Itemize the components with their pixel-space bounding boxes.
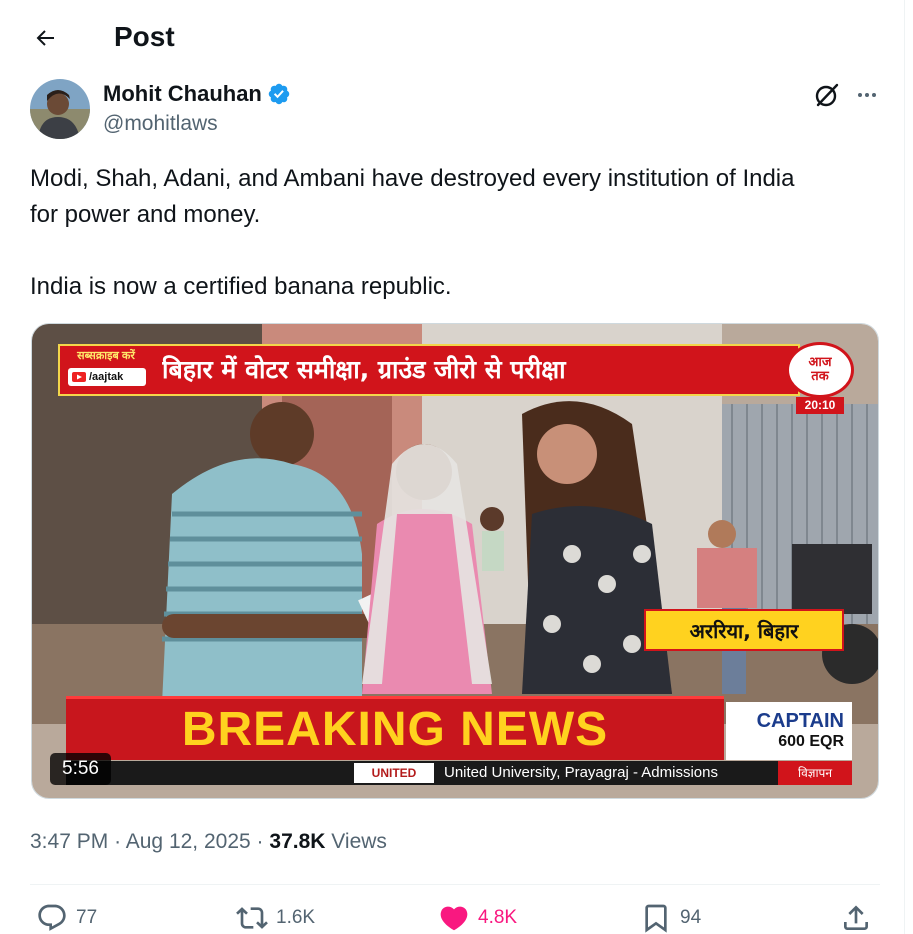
like-count: 4.8K (478, 907, 518, 928)
verified-badge-icon (268, 83, 290, 105)
grok-icon (815, 83, 839, 107)
post-date[interactable]: Aug 12, 2025 (126, 830, 251, 853)
tweet-text: Modi, Shah, Adani, and Ambani have destr… (30, 161, 890, 305)
ticker-text: United University, Prayagraj - Admission… (444, 764, 718, 781)
divider (30, 884, 880, 885)
breaking-news-bar: BREAKING NEWS (66, 696, 724, 760)
youtube-icon (72, 372, 86, 382)
page-title: Post (114, 21, 175, 52)
repost-button[interactable]: 1.6K (236, 900, 315, 934)
bookmark-count: 94 (680, 907, 702, 928)
repost-icon (236, 907, 268, 929)
share-icon (844, 905, 868, 930)
column-border (904, 0, 905, 934)
logo-line-1: आज (808, 355, 832, 370)
ticker-logo-text: UNITED (371, 766, 417, 780)
video-duration: 5:56 (50, 753, 111, 785)
ad-tag: विज्ञापन (778, 761, 852, 785)
more-options-button[interactable] (851, 79, 883, 111)
reply-button[interactable]: 77 (36, 900, 97, 934)
logo-line-2: तक (811, 369, 829, 384)
broadcast-clock: 20:10 (796, 397, 844, 414)
reply-icon (38, 904, 66, 931)
tweet-line: for power and money. (30, 201, 261, 228)
views-label: Views (331, 830, 387, 853)
meta-separator: · (256, 830, 264, 853)
ad-brand-line-1: CAPTAIN (756, 710, 844, 732)
post-time[interactable]: 3:47 PM (30, 830, 108, 853)
bookmark-button[interactable]: 94 (640, 900, 701, 934)
repost-count: 1.6K (276, 907, 316, 928)
avatar[interactable] (30, 79, 90, 139)
grok-button[interactable] (811, 79, 843, 111)
location-text: अररिया, बिहार (689, 618, 799, 643)
author-name[interactable]: Mohit Chauhan (103, 81, 291, 107)
channel-handle-pill: /aajtak (68, 368, 146, 386)
like-button[interactable]: 4.8K (438, 900, 517, 934)
author-handle[interactable]: @mohitlaws (103, 112, 218, 136)
back-arrow-icon (36, 30, 54, 46)
subscribe-box: सब्सक्राइब करें /aajtak (62, 347, 150, 391)
channel-handle: /aajtak (89, 371, 124, 383)
ticker-logo: UNITED (354, 763, 434, 783)
subscribe-label: सब्सक्राइब करें (77, 350, 135, 362)
breaking-news-text: BREAKING NEWS (181, 703, 609, 756)
views-count: 37.8K (269, 830, 326, 853)
share-button[interactable] (840, 900, 872, 934)
top-header: Post (0, 0, 905, 74)
author-display-name: Mohit Chauhan (103, 81, 262, 106)
tweet-meta: 3:47 PM · Aug 12, 2025 · 37.8K Views (30, 829, 387, 855)
back-button[interactable] (28, 21, 62, 55)
aajtak-logo: आज तक (786, 342, 854, 398)
like-icon (440, 906, 468, 931)
ad-brand-line-2: 600 EQR (778, 733, 844, 750)
video-player[interactable]: सब्सक्राइब करें /aajtak बिहार में वोटर स… (31, 323, 879, 799)
ad-brand-box: CAPTAIN 600 EQR (726, 702, 852, 760)
bookmark-icon (645, 904, 667, 933)
meta-separator: · (114, 830, 122, 853)
video-headline: बिहार में वोटर समीक्षा, ग्राउंड जीरो से … (162, 355, 566, 384)
tweet-line: India is now a certified banana republic… (30, 273, 452, 300)
tweet-line: Modi, Shah, Adani, and Ambani have destr… (30, 165, 795, 192)
reply-count: 77 (76, 907, 98, 928)
location-tag: अररिया, बिहार (644, 609, 844, 651)
more-icon (858, 93, 876, 97)
